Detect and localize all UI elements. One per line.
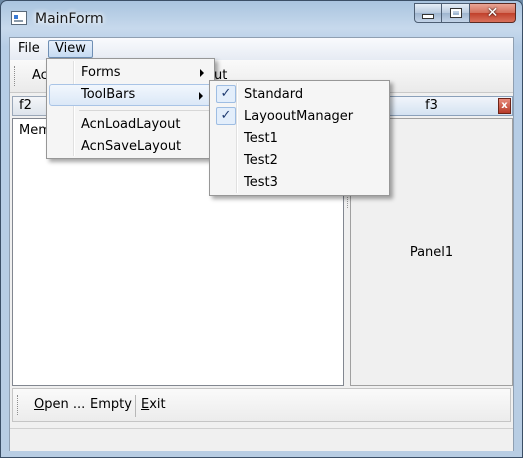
tab-close-icon[interactable]: x: [498, 98, 511, 114]
maximize-button[interactable]: [442, 3, 470, 23]
menu-separator: [79, 110, 210, 111]
toolstrip-separator: [135, 395, 136, 417]
toolstrip-grip[interactable]: [17, 395, 20, 415]
window-title: MainForm: [35, 11, 104, 27]
minimize-icon: [422, 14, 434, 19]
open-label: pen ...: [44, 397, 86, 412]
submenu-arrow-icon: [199, 92, 203, 100]
maximize-icon: [449, 8, 462, 18]
title-bar[interactable]: MainForm ✕: [1, 1, 522, 37]
menu-item-acnloadlayout[interactable]: AcnLoadLayout: [49, 114, 212, 136]
menu-item-standard[interactable]: ✓ Standard: [212, 84, 387, 106]
panel1-label: Panel1: [409, 245, 454, 260]
close-button[interactable]: ✕: [470, 3, 516, 23]
exit-button[interactable]: Exit: [141, 397, 166, 412]
bottom-toolstrip: Open ... Empty Exit: [12, 388, 511, 422]
exit-label: xit: [149, 397, 166, 412]
minimize-button[interactable]: [414, 3, 442, 23]
menu-item-forms[interactable]: Forms: [49, 62, 212, 84]
tab-f3-label: f3: [425, 98, 438, 113]
caption-buttons: ✕: [414, 3, 516, 23]
menu-item-layooutmanager-label: LayooutManager: [244, 109, 354, 124]
menu-file[interactable]: File: [12, 40, 46, 58]
app-icon[interactable]: [11, 11, 27, 25]
view-menu-dropdown: Forms ToolBars AcnLoadLayout AcnSaveLayo…: [46, 58, 215, 159]
toolstrip-grip[interactable]: [14, 66, 17, 86]
menu-item-toolbars-label: ToolBars: [81, 87, 136, 102]
menu-item-test3[interactable]: Test3: [212, 172, 387, 194]
menu-item-acnsavelayout[interactable]: AcnSaveLayout: [49, 136, 212, 158]
check-icon: ✓: [216, 107, 236, 125]
menu-item-standard-label: Standard: [244, 87, 304, 102]
toolbars-submenu: ✓ Standard ✓ LayooutManager Test1 Test2 …: [209, 80, 390, 196]
menu-view[interactable]: View: [48, 40, 93, 58]
menu-item-toolbars[interactable]: ToolBars: [49, 84, 212, 106]
menu-item-layooutmanager[interactable]: ✓ LayooutManager: [212, 106, 387, 128]
open-button[interactable]: Open ...: [34, 397, 85, 412]
close-icon: ✕: [486, 5, 499, 21]
exit-mnemonic: E: [141, 397, 150, 412]
status-bar: [10, 428, 513, 451]
menu-item-forms-label: Forms: [81, 65, 121, 80]
check-icon: ✓: [216, 85, 236, 103]
open-mnemonic: O: [34, 397, 45, 412]
menu-item-test1[interactable]: Test1: [212, 128, 387, 150]
empty-button[interactable]: Empty: [90, 397, 132, 412]
menu-item-test2[interactable]: Test2: [212, 150, 387, 172]
submenu-arrow-icon: [200, 69, 204, 77]
